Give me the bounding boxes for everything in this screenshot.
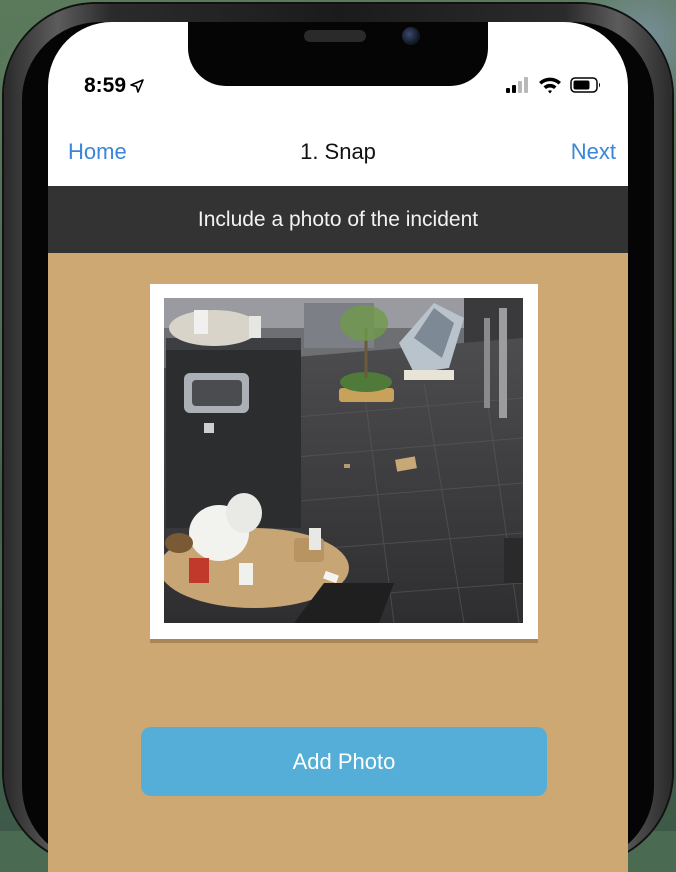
status-icons (506, 76, 602, 94)
content-area: Add Photo (48, 253, 628, 872)
incident-photo-illustration (164, 298, 523, 623)
speaker-grille (304, 30, 366, 42)
add-photo-button[interactable]: Add Photo (141, 727, 547, 796)
notch (188, 22, 488, 86)
incident-photo (164, 298, 523, 623)
navigation-bar: Home 1. Snap Next (48, 130, 628, 186)
phone-screen: 8:59 Home 1. Snap Next Include a photo o… (48, 22, 628, 872)
photo-preview-frame (150, 284, 538, 639)
next-button[interactable]: Next (571, 139, 616, 165)
battery-icon (570, 77, 600, 93)
status-time-text: 8:59 (84, 74, 127, 97)
location-arrow-icon (130, 79, 144, 93)
instruction-banner: Include a photo of the incident (48, 186, 628, 253)
wifi-icon (539, 77, 561, 94)
page-title: 1. Snap (300, 139, 376, 164)
status-time: 8:59 (84, 74, 144, 98)
instruction-text: Include a photo of the incident (197, 207, 479, 231)
front-camera (402, 27, 420, 45)
cellular-signal-icon (506, 77, 528, 93)
